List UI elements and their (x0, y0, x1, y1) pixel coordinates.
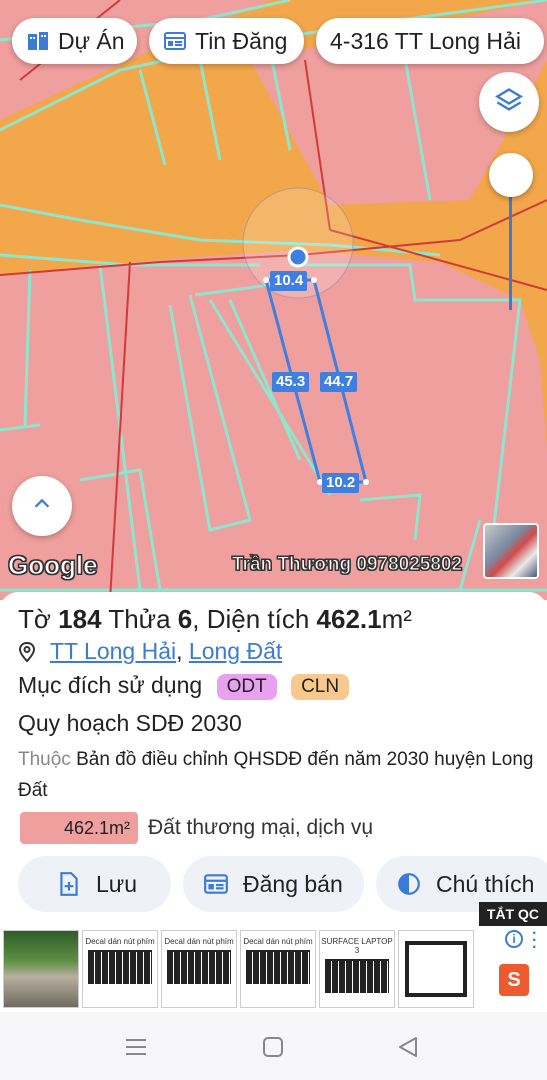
ad-more-icon[interactable]: · · · (532, 926, 537, 956)
area-badge: 462.1m² (20, 812, 138, 844)
ad-thumb-2[interactable]: Decal dán nút phím (82, 930, 158, 1008)
contrast-icon (396, 871, 422, 897)
recent-apps-icon[interactable] (126, 1038, 146, 1061)
expand-up-button[interactable] (12, 476, 72, 536)
add-document-icon (56, 871, 82, 897)
dimension-top: 10.4 (270, 271, 308, 291)
opacity-slider-knob[interactable] (489, 153, 533, 197)
system-nav-bar (0, 1012, 547, 1080)
ad-thumb-6[interactable] (398, 930, 474, 1008)
ad-info-icon[interactable]: i (505, 930, 523, 948)
chip-tin-dang[interactable]: Tin Đăng (149, 18, 304, 64)
dimension-bottom: 10.2 (322, 473, 360, 493)
google-logo: Google (8, 550, 99, 581)
dimension-left: 45.3 (272, 372, 310, 392)
chevron-up-icon (31, 493, 53, 520)
address-link-ward[interactable]: TT Long Hải (50, 638, 176, 664)
chip-du-an[interactable]: Dự Án (12, 18, 137, 64)
chip-du-an-label: Dự Án (58, 27, 125, 54)
land-use-tag-odt[interactable]: ODT (216, 673, 277, 700)
buildings-icon (26, 29, 50, 53)
parcel-title: Tờ 184 Thửa 6, Diện tích 462.1m² (18, 604, 412, 634)
layers-icon (495, 86, 523, 119)
parcel-address: TT Long Hải, Long Đất (18, 638, 282, 668)
chip-location[interactable]: 4-316 TT Long Hải (316, 18, 544, 64)
map-view[interactable]: Dự Án Tin Đăng 4-316 TT Long Hải 10.4 45… (0, 0, 547, 600)
back-icon[interactable] (398, 1037, 418, 1062)
close-ad-button[interactable]: TẮT QC (478, 902, 547, 926)
area-usage-row: 462.1m² Đất thương mại, dịch vụ (18, 812, 373, 844)
parcel-info-sheet: Tờ 184 Thửa 6, Diện tích 462.1m² TT Long… (0, 592, 547, 928)
chip-tin-dang-label: Tin Đăng (195, 27, 288, 54)
ad-thumb-4[interactable]: Decal dán nút phím (240, 930, 316, 1008)
map-parcels (0, 0, 547, 600)
listing-icon (163, 29, 187, 53)
ad-thumb-1[interactable] (3, 930, 79, 1008)
layers-button[interactable] (479, 72, 539, 132)
address-link-district[interactable]: Long Đất (189, 638, 282, 664)
ad-thumb-5[interactable]: SURFACE LAPTOP 3 (319, 930, 395, 1008)
plan-source: Thuộc Bản đồ điều chỉnh QHSDĐ đến năm 20… (18, 749, 534, 801)
ad-banner[interactable]: Decal dán nút phím Decal dán nút phím De… (0, 926, 547, 1012)
app-root: Dự Án Tin Đăng 4-316 TT Long Hải 10.4 45… (0, 0, 547, 1080)
pin-icon (18, 641, 36, 668)
plan-title: Quy hoạch SDĐ 2030 (18, 710, 242, 736)
dimension-right: 44.7 (320, 372, 358, 392)
watermark-contact: Trần Thương 0978025802 (231, 554, 463, 576)
save-button[interactable]: Lưu (18, 856, 171, 912)
post-sale-button[interactable]: Đăng bán (183, 856, 364, 912)
land-use-tag-cln[interactable]: CLN (291, 673, 350, 700)
shopping-bag-icon[interactable]: S (499, 964, 529, 996)
listing-icon (203, 871, 229, 897)
home-icon[interactable] (263, 1037, 283, 1062)
land-use-row: Mục đích sử dụng ODT CLN (18, 672, 350, 700)
usage-description: Đất thương mại, dịch vụ (148, 816, 374, 839)
chip-location-label: 4-316 TT Long Hải (330, 27, 521, 54)
map-thumbnail[interactable] (483, 523, 539, 579)
ad-thumb-3[interactable]: Decal dán nút phím (161, 930, 237, 1008)
